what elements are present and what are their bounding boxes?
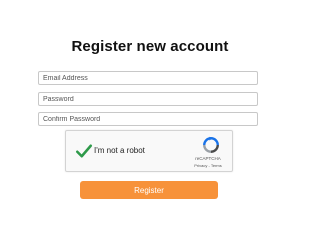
confirm-password-field[interactable] (38, 112, 258, 126)
email-field[interactable] (38, 71, 258, 85)
recaptcha-logo-icon (203, 136, 219, 153)
password-field[interactable] (38, 92, 258, 106)
terms-link[interactable]: Terms (211, 163, 222, 168)
page-title: Register new account (71, 38, 229, 55)
recaptcha-widget: I'm not a robot reCAPTCHA Privacy - Term… (65, 130, 233, 172)
recaptcha-brand: reCAPTCHA (195, 156, 221, 161)
register-page: Register new account I'm not a robot reC… (0, 0, 300, 218)
captcha-label: I'm not a robot (94, 146, 145, 155)
checkmark-icon[interactable] (75, 142, 93, 160)
privacy-link[interactable]: Privacy (194, 163, 207, 168)
captcha-links: Privacy - Terms (184, 163, 232, 168)
register-button[interactable]: Register (80, 181, 218, 199)
